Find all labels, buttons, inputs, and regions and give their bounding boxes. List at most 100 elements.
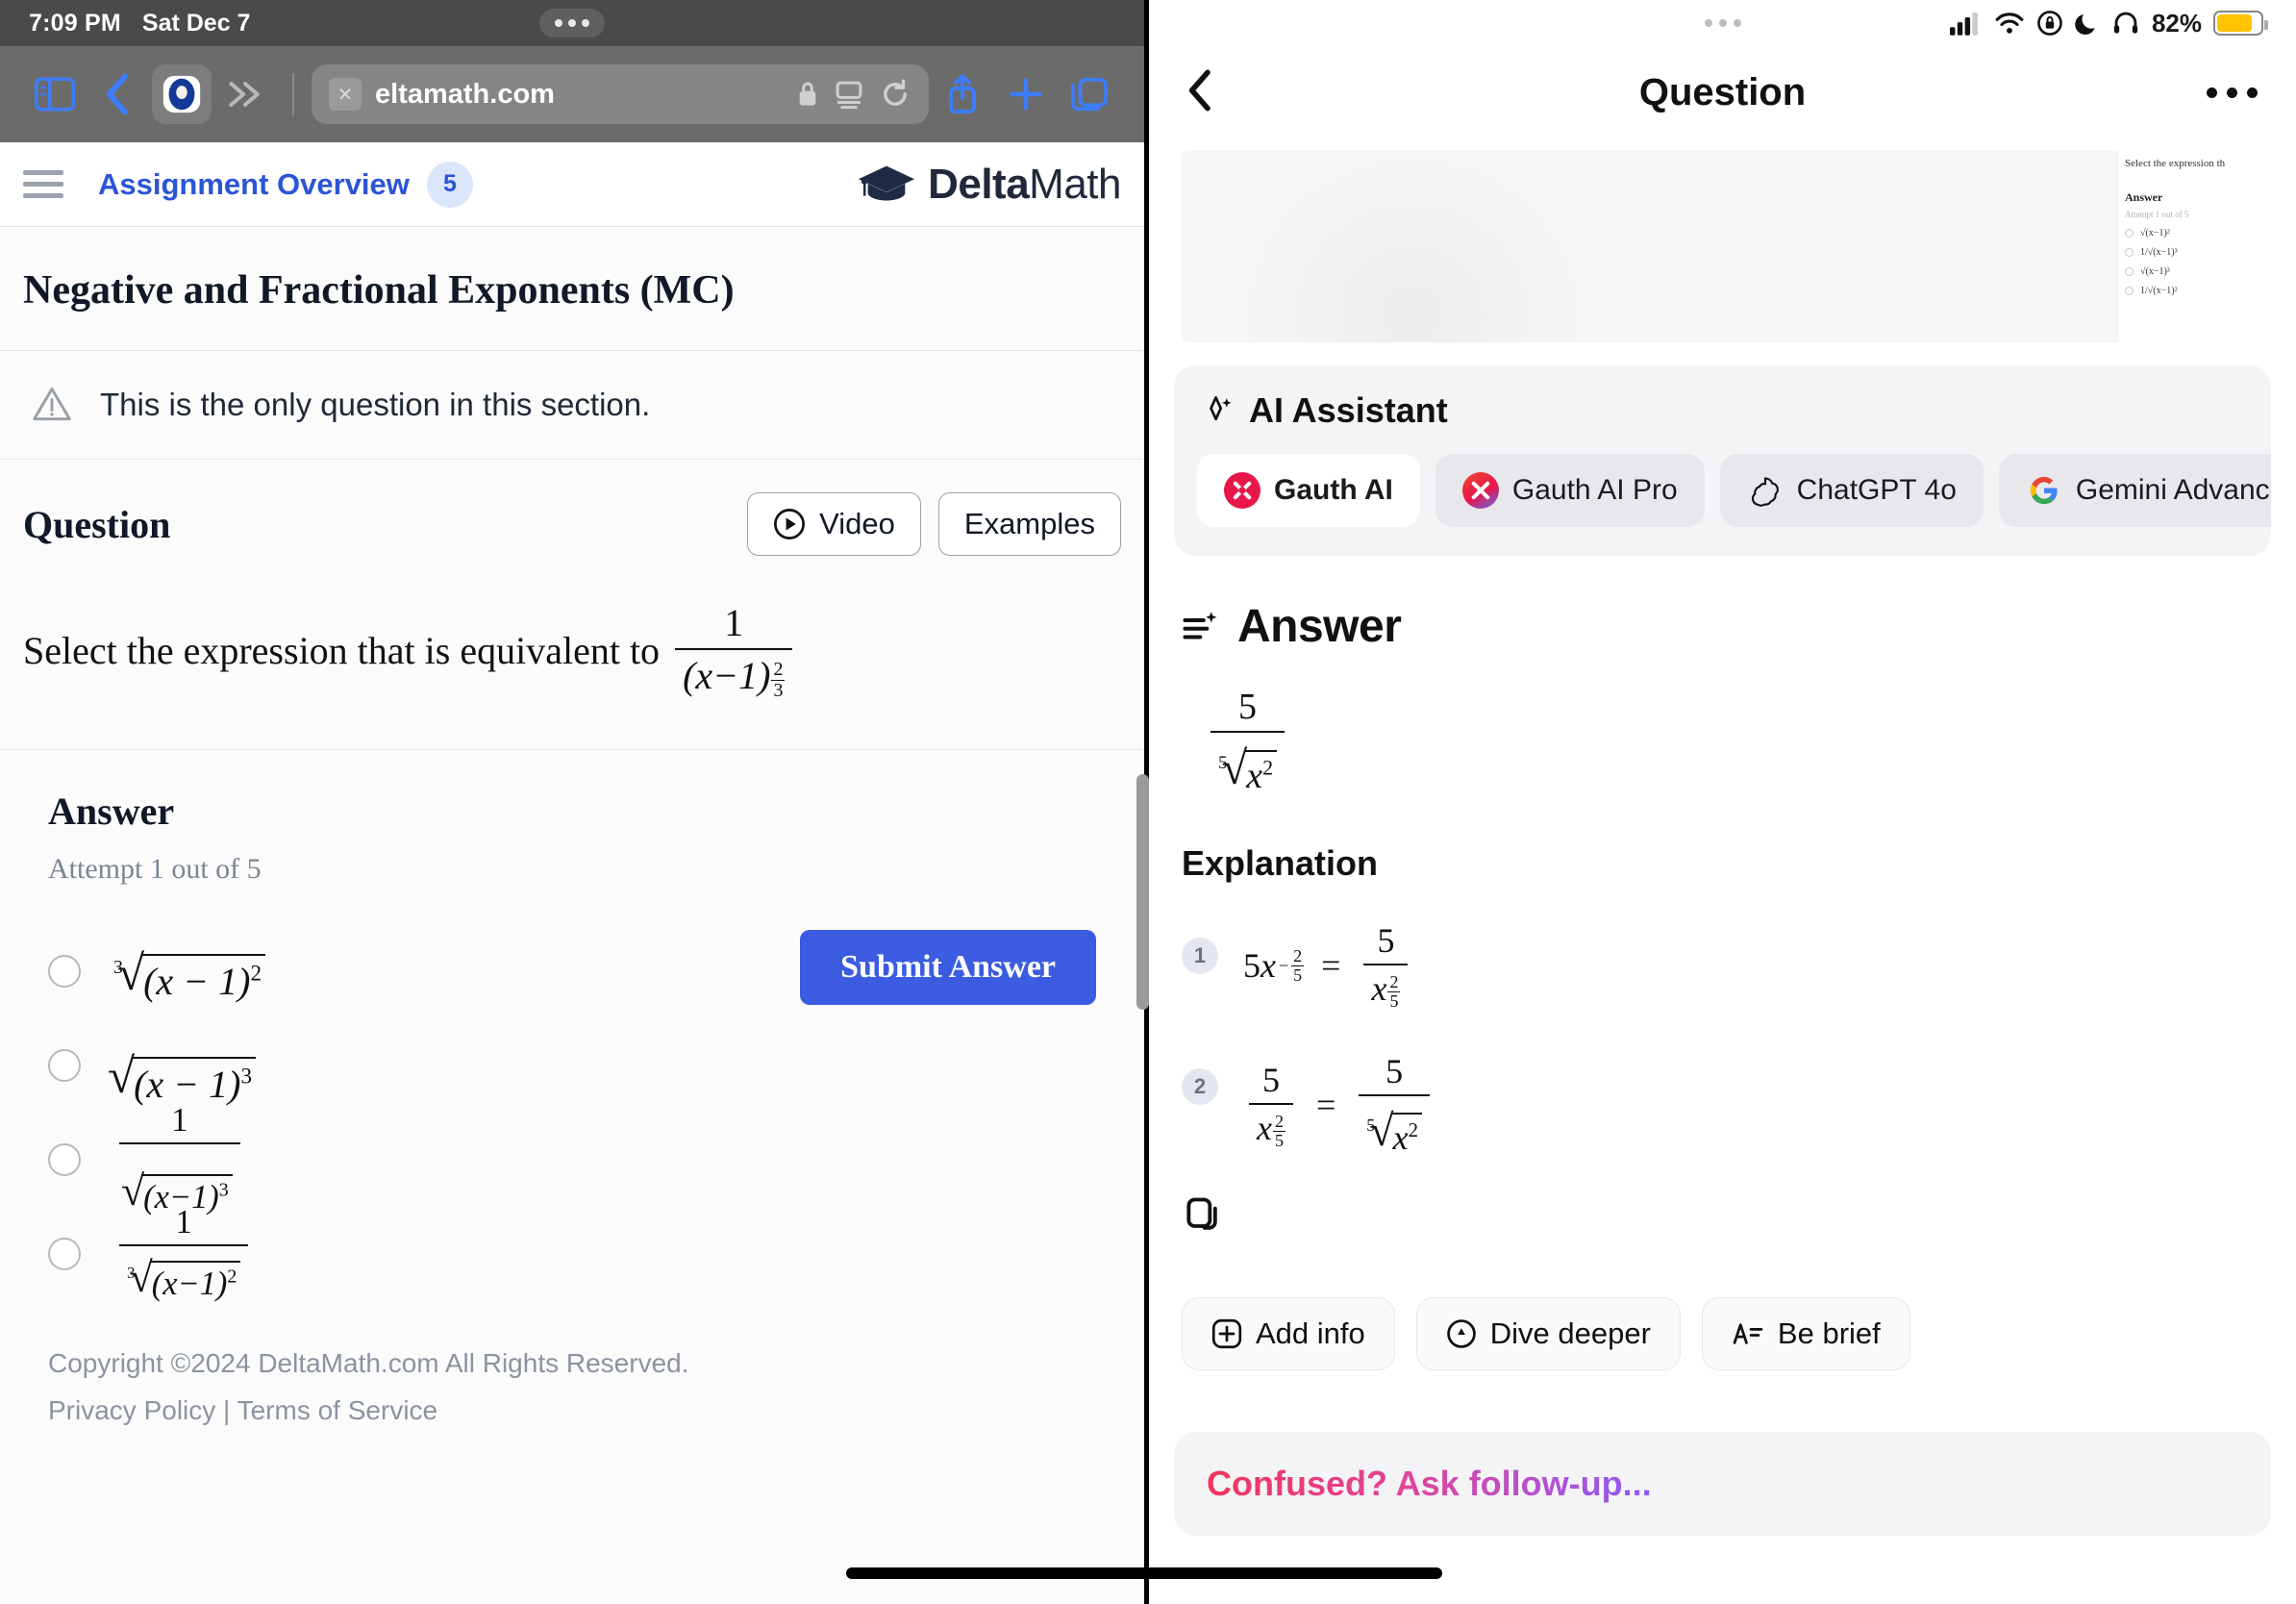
thumb-option: 1/√(x−1)³ (2125, 247, 2263, 258)
choice-option-c[interactable]: 1 √ (x−1)3 (48, 1102, 800, 1216)
gauth-pro-logo-icon (1461, 472, 1499, 509)
chip-gauth-ai[interactable]: Gauth AI (1197, 454, 1420, 527)
url-bar[interactable]: ✕ eltamath.com (312, 64, 929, 124)
choice-option-b[interactable]: √ (x − 1)3 (48, 1018, 800, 1113)
cellular-signal-icon (1949, 12, 1978, 36)
radio-c[interactable] (48, 1142, 81, 1176)
status-date: Sat Dec 7 (141, 9, 251, 37)
new-tab-icon[interactable] (996, 64, 1056, 124)
prompt-numerator: 1 (724, 601, 744, 644)
chip-gauth-ai-pro[interactable]: Gauth AI Pro (1435, 454, 1705, 527)
lock-icon (796, 80, 819, 109)
choice-option-d[interactable]: 1 3 √ (x−1)2 (48, 1204, 800, 1302)
thumb-attempt-label: Attempt 1 out of 5 (2125, 210, 2189, 219)
action-label: Be brief (1777, 1316, 1881, 1351)
dive-deeper-button[interactable]: Dive deeper (1415, 1297, 1681, 1371)
chip-gemini-advanced[interactable]: Gemini Advanced (1998, 454, 2271, 527)
answer-list-sparkle-icon (1183, 611, 1217, 639)
ai-assistant-header: AI Assistant (1174, 390, 2271, 431)
more-options-icon[interactable] (2207, 87, 2258, 98)
home-indicator (846, 1567, 1442, 1579)
action-label: Add info (1256, 1316, 1365, 1351)
tabs-icon[interactable] (1060, 64, 1119, 124)
follow-up-placeholder: Confused? Ask follow-up... (1207, 1464, 1652, 1504)
site-footer: Copyright ©2024 DeltaMath.com All Rights… (0, 1301, 1144, 1472)
thumb-option: √(x−1)² (2125, 228, 2263, 238)
video-button[interactable]: Video (747, 492, 921, 556)
step-math: 5 x25 = 5 5 √ x2 (1243, 1047, 1435, 1158)
thumb-option: √(x−1)³ (2125, 266, 2263, 277)
footer-links: Privacy Policy | Terms of Service (48, 1387, 1096, 1434)
radio-b[interactable] (48, 1048, 81, 1082)
ai-answer-result: 5 5 √ x2 (1205, 686, 2263, 797)
page-scrollbar[interactable] (1136, 774, 1149, 1010)
safari-toolbar: ✕ eltamath.com (0, 46, 1144, 142)
choice-b-math: √ (x − 1)3 (108, 1024, 257, 1107)
terms-of-service-link[interactable]: Terms of Service (237, 1395, 438, 1425)
deltamath-site-header: Assignment Overview 5 DeltaMath (0, 142, 1144, 227)
status-icons: 82% (1949, 9, 2268, 38)
screen: 7:09 PM Sat Dec 7 ✕ eltamath.com Assignm… (0, 0, 2296, 1604)
ai-action-buttons: Add info Dive deeper Be brief (1149, 1297, 2296, 1371)
video-button-label: Video (819, 507, 895, 540)
back-icon[interactable] (88, 64, 148, 124)
screenshot-preview[interactable]: Select the expression th Answer Attempt … (1182, 150, 2263, 342)
tab-group-icon[interactable] (152, 64, 212, 124)
safari-split-pane: 7:09 PM Sat Dec 7 ✕ eltamath.com Assignm… (0, 0, 1144, 1604)
ai-answer-section: Answer 5 5 √ x2 (1149, 556, 2296, 797)
chip-label: ChatGPT 4o (1796, 474, 1957, 506)
reader-view-icon[interactable] (833, 78, 865, 111)
radio-a[interactable] (48, 954, 81, 988)
rotation-lock-icon (2037, 11, 2062, 36)
question-label: Question (23, 502, 171, 546)
google-logo-icon (2026, 472, 2062, 509)
question-header-row: Question Video Examples (0, 460, 1144, 573)
sidebar-icon[interactable] (25, 64, 85, 124)
chip-chatgpt-4o[interactable]: ChatGPT 4o (1719, 454, 1984, 527)
ai-answer-header: Answer (1182, 600, 2263, 653)
chip-label: Gauth AI (1274, 474, 1393, 506)
dynamic-island-pill (539, 9, 605, 38)
sparkle-diamond-icon (1210, 396, 1232, 421)
arrow-down-circle-icon (1446, 1319, 1476, 1349)
radio-d[interactable] (48, 1237, 81, 1270)
screenshot-thumbnail: Select the expression th Answer Attempt … (2119, 150, 2263, 342)
do-not-disturb-moon-icon (2075, 13, 2095, 35)
add-info-button[interactable]: Add info (1182, 1297, 1395, 1371)
examples-button[interactable]: Examples (937, 492, 1121, 556)
toolbar-divider (292, 73, 294, 115)
ai-answer-title: Answer (1237, 601, 1402, 652)
choices-wrapper: 3 √ (x − 1)2 √ (x − 1)3 1 √ (x−1)3 1 3 √… (48, 924, 1096, 1302)
forward-chevrons-icon[interactable] (215, 64, 275, 124)
notice-text: This is the only question in this sectio… (100, 387, 651, 422)
close-tab-icon[interactable]: ✕ (329, 78, 362, 111)
gauth-logo-icon (1224, 472, 1260, 509)
follow-up-input[interactable]: Confused? Ask follow-up... (1174, 1432, 2271, 1537)
assignment-overview-link[interactable]: Assignment Overview (98, 167, 410, 202)
section-notice: This is the only question in this sectio… (0, 350, 1144, 460)
graduation-cap-icon (859, 165, 915, 200)
question-action-buttons: Video Examples (747, 492, 1121, 556)
choice-option-a[interactable]: 3 √ (x − 1)2 (48, 924, 800, 1018)
reload-icon[interactable] (879, 78, 911, 111)
thumb-option: 1/√(x−1)² (2125, 286, 2263, 296)
be-brief-button[interactable]: Be brief (1701, 1297, 1910, 1371)
explanation-steps: 1 5 x −2 5 = 5 x25 2 5 x 2 5 = 5 5 √ x2 (1149, 916, 2296, 1158)
submit-answer-button[interactable]: Submit Answer (800, 929, 1096, 1005)
page-title: Question (1638, 70, 1807, 113)
prompt-expression: 1 (x−1) 2 3 (675, 600, 793, 701)
ios-status-bar: 7:09 PM Sat Dec 7 (0, 0, 1144, 46)
iphone-status-bar: 82% (1149, 0, 2296, 46)
privacy-policy-link[interactable]: Privacy Policy (48, 1395, 215, 1425)
back-chevron-icon[interactable] (1187, 67, 1214, 118)
choice-list: 3 √ (x − 1)2 √ (x − 1)3 1 √ (x−1)3 1 3 √… (48, 924, 800, 1302)
deltamath-logo[interactable]: DeltaMath (857, 161, 1121, 209)
share-icon[interactable] (933, 64, 992, 124)
hamburger-menu-icon[interactable] (23, 170, 63, 198)
step-math: 5 x −2 5 = 5 x25 (1243, 916, 1413, 1011)
answer-block: Answer Attempt 1 out of 5 3 √ (x − 1)2 √… (0, 748, 1144, 1302)
copy-icon[interactable] (1182, 1197, 1224, 1241)
thumb-prompt-line: Select the expression th (2125, 158, 2226, 169)
choice-a-math: 3 √ (x − 1)2 (113, 938, 266, 1004)
question-prompt: Select the expression that is equivalent… (0, 573, 1144, 749)
